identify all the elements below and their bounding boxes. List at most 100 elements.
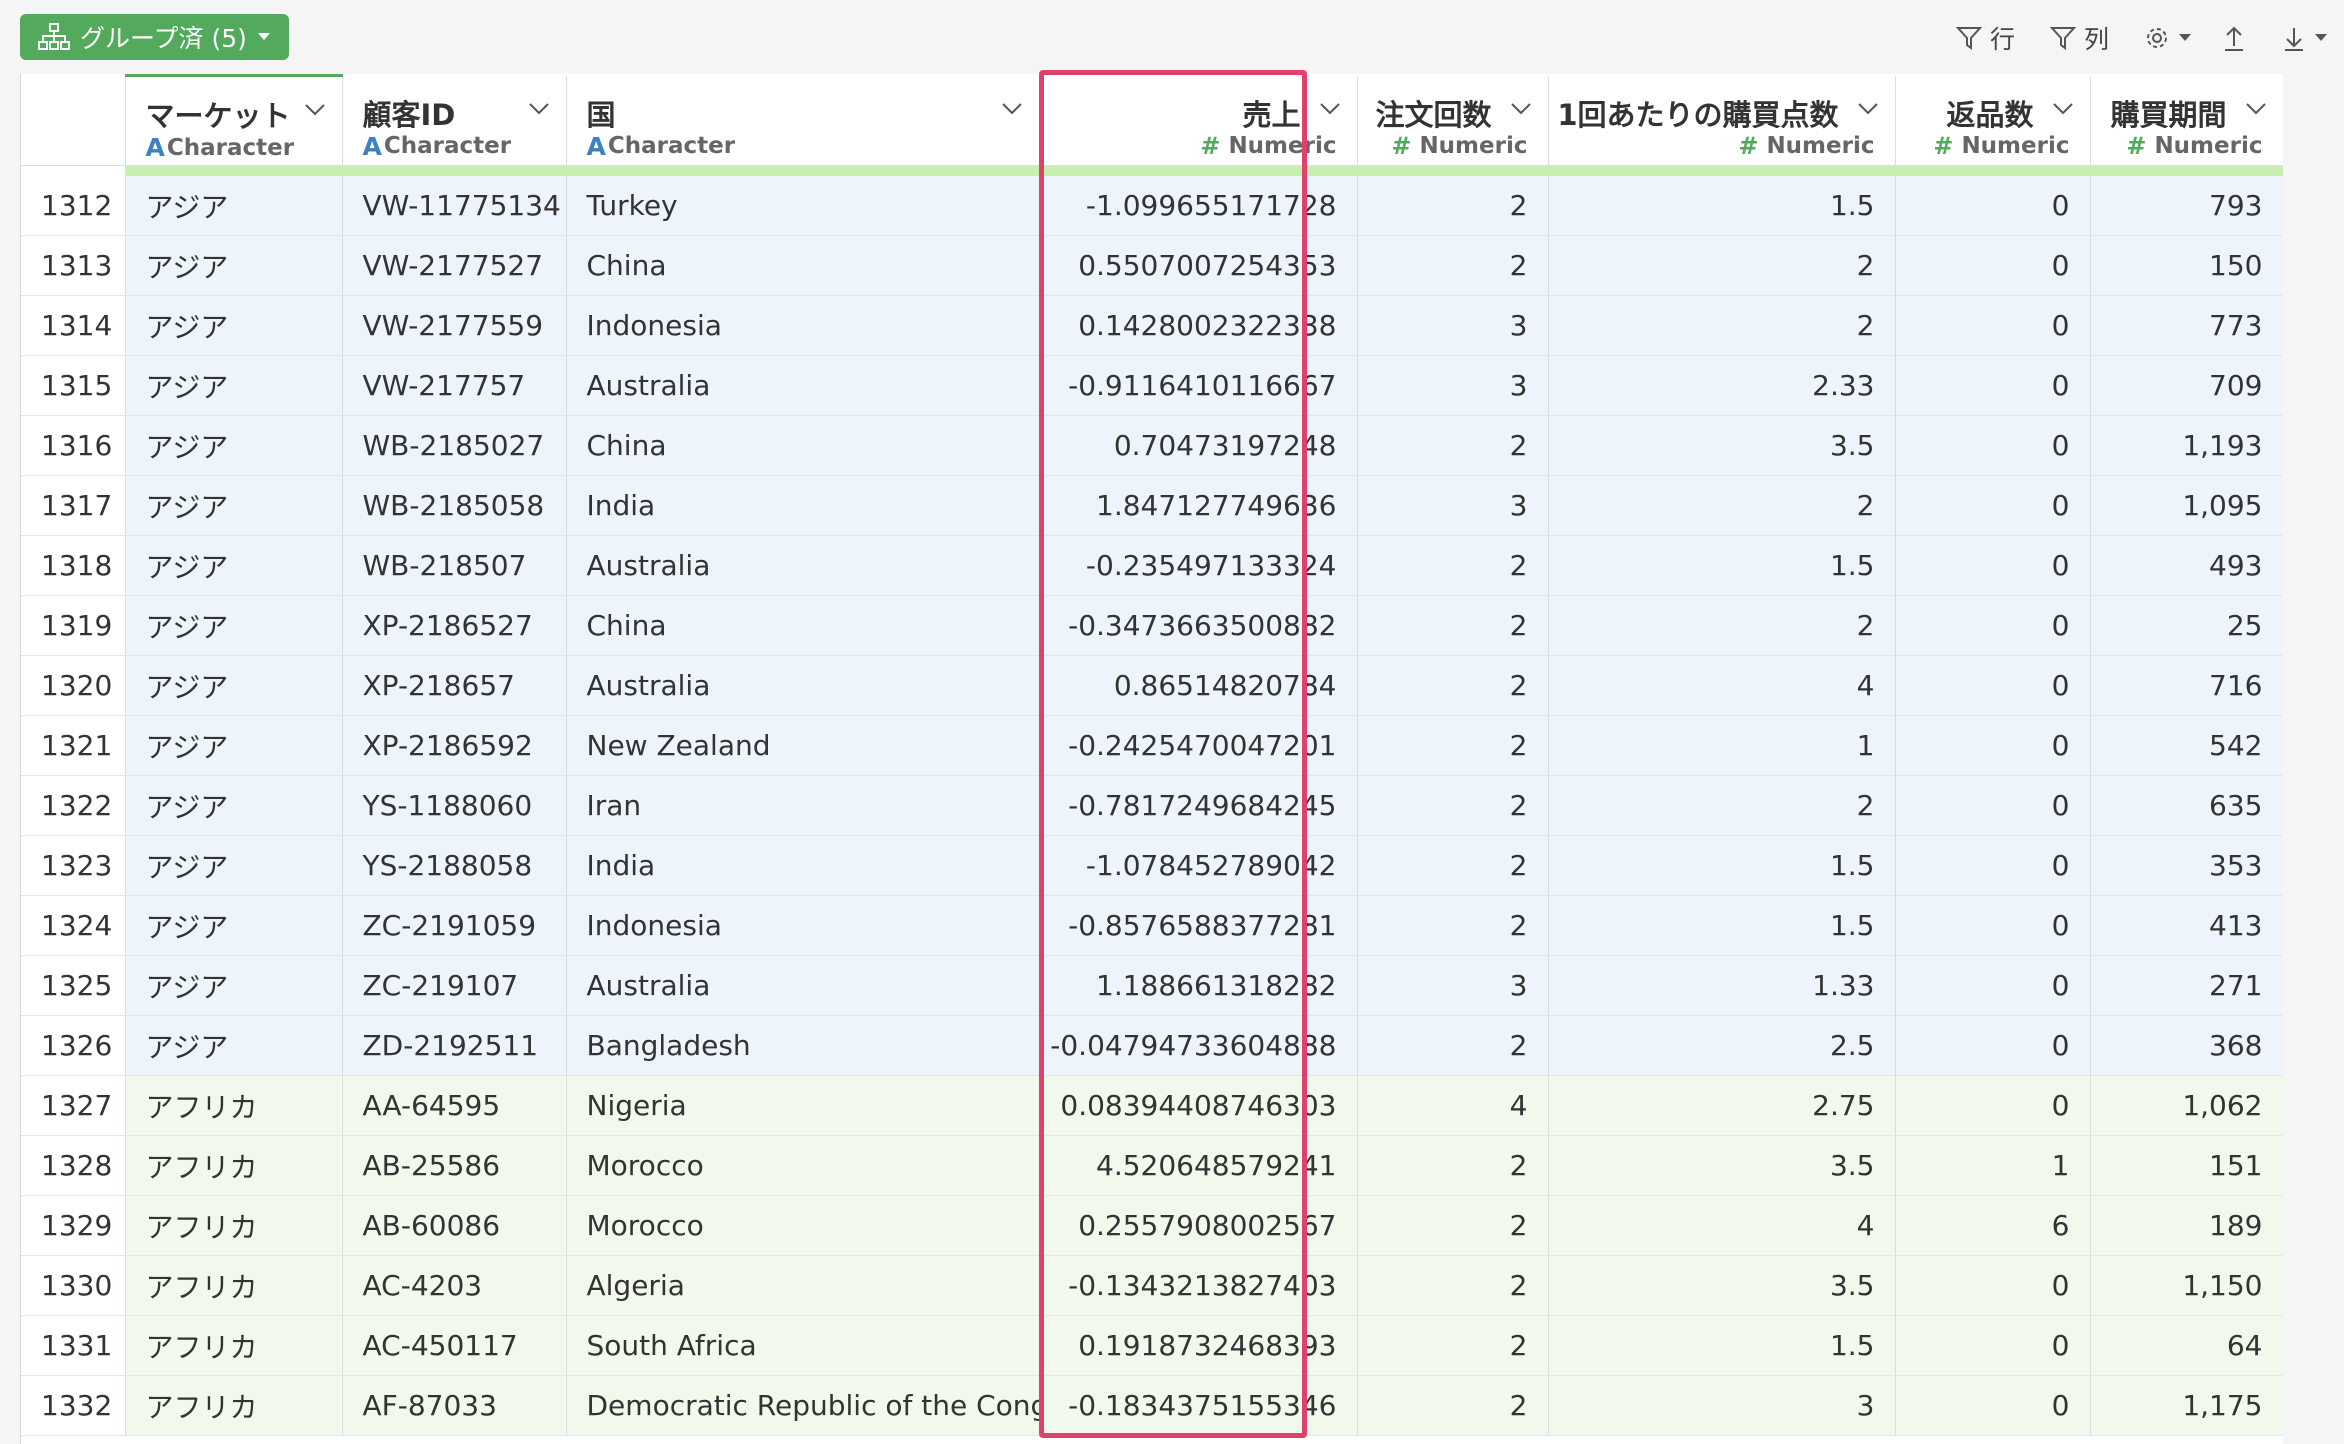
cell-items-per-order[interactable]: 3.5 [1548, 1255, 1896, 1316]
column-filter-button[interactable]: 列 [2050, 18, 2109, 58]
table-row[interactable]: 1328 アフリカ AB-25586 Morocco 4.520648579241 2 3.… [21, 1135, 2283, 1196]
cell-country[interactable]: Nigeria [566, 1075, 1040, 1136]
chevron-down-icon[interactable] [1857, 102, 1879, 116]
cell-country[interactable]: Australia [566, 535, 1040, 596]
cell-returns[interactable]: 0 [1895, 655, 2091, 716]
chevron-down-icon[interactable] [1001, 102, 1023, 116]
row-number[interactable]: 1324 [21, 895, 126, 956]
cell-sales[interactable]: -1.099655171728 [1039, 176, 1358, 236]
cell-customer-id[interactable]: AB-25586 [342, 1135, 567, 1196]
cell-items-per-order[interactable]: 2 [1548, 235, 1896, 296]
row-number[interactable]: 1313 [21, 235, 126, 296]
cell-customer-id[interactable]: AF-87033 [342, 1375, 567, 1436]
cell-sales[interactable]: 0.1428002322338 [1039, 295, 1358, 356]
row-number[interactable]: 1331 [21, 1315, 126, 1376]
cell-items-per-order[interactable]: 2.5 [1548, 1015, 1896, 1076]
cell-country[interactable]: China [566, 235, 1040, 296]
row-number[interactable]: 1317 [21, 475, 126, 536]
cell-customer-id[interactable]: WB-218507 [342, 535, 567, 596]
cell-market[interactable]: アフリカ [125, 1375, 343, 1436]
cell-market[interactable]: アジア [125, 595, 343, 656]
cell-sales[interactable]: -0.04794733604888 [1039, 1015, 1358, 1076]
cell-returns[interactable]: 0 [1895, 1015, 2091, 1076]
cell-returns[interactable]: 0 [1895, 355, 2091, 416]
cell-customer-id[interactable]: WB-2185027 [342, 415, 567, 476]
cell-items-per-order[interactable]: 2.75 [1548, 1075, 1896, 1136]
cell-purchase-period[interactable]: 368 [2090, 1015, 2283, 1076]
cell-customer-id[interactable]: AC-4203 [342, 1255, 567, 1316]
cell-market[interactable]: アジア [125, 895, 343, 956]
cell-market[interactable]: アジア [125, 535, 343, 596]
cell-sales[interactable]: -0.8576588377281 [1039, 895, 1358, 956]
cell-returns[interactable]: 0 [1895, 1375, 2091, 1436]
row-number[interactable]: 1312 [21, 176, 126, 236]
column-header-market[interactable]: マーケット A Character [125, 74, 343, 166]
cell-country[interactable]: Bangladesh [566, 1015, 1040, 1076]
row-number[interactable]: 1315 [21, 355, 126, 416]
cell-market[interactable]: アジア [125, 235, 343, 296]
cell-sales[interactable]: 1.188661318282 [1039, 955, 1358, 1016]
table-row[interactable]: 1313 アジア VW-2177527 China 0.5507007254353 2 2 0… [21, 235, 2283, 296]
cell-order-count[interactable]: 2 [1357, 176, 1549, 236]
row-number[interactable]: 1321 [21, 715, 126, 776]
cell-country[interactable]: Australia [566, 355, 1040, 416]
cell-order-count[interactable]: 2 [1357, 1375, 1549, 1436]
table-row[interactable]: 1320 アジア XP-218657 Australia 0.86514820784 2 4… [21, 655, 2283, 716]
table-row[interactable]: 1324 アジア ZC-2191059 Indonesia -0.85765883772… [21, 895, 2283, 956]
table-row[interactable]: 1332 アフリカ AF-87033 Democratic Republic of t… [21, 1375, 2283, 1436]
chevron-down-icon[interactable] [1510, 102, 1532, 116]
cell-order-count[interactable]: 2 [1357, 1315, 1549, 1376]
cell-market[interactable]: アフリカ [125, 1075, 343, 1136]
cell-order-count[interactable]: 3 [1357, 355, 1549, 416]
cell-sales[interactable]: -0.1343213827403 [1039, 1255, 1358, 1316]
cell-order-count[interactable]: 2 [1357, 1195, 1549, 1256]
cell-sales[interactable]: -1.078452789042 [1039, 835, 1358, 896]
cell-customer-id[interactable]: AA-64595 [342, 1075, 567, 1136]
column-header-country[interactable]: 国 A Character [566, 75, 1040, 166]
cell-country[interactable]: Morocco [566, 1195, 1040, 1256]
table-row[interactable]: 1319 アジア XP-2186527 China -0.3473663500882 2 2… [21, 595, 2283, 656]
cell-items-per-order[interactable]: 1 [1548, 715, 1896, 776]
cell-customer-id[interactable]: XP-2186527 [342, 595, 567, 656]
cell-country[interactable]: Algeria [566, 1255, 1040, 1316]
cell-items-per-order[interactable]: 1.33 [1548, 955, 1896, 1016]
table-row[interactable]: 1317 アジア WB-2185058 India 1.847127749636 3 2 0 1… [21, 475, 2283, 536]
cell-order-count[interactable]: 2 [1357, 1015, 1549, 1076]
cell-customer-id[interactable]: ZC-219107 [342, 955, 567, 1016]
cell-sales[interactable]: 0.5507007254353 [1039, 235, 1358, 296]
cell-returns[interactable]: 1 [1895, 1135, 2091, 1196]
cell-purchase-period[interactable]: 493 [2090, 535, 2283, 596]
settings-dropdown-button[interactable] [2144, 18, 2192, 58]
cell-items-per-order[interactable]: 2 [1548, 775, 1896, 836]
cell-country[interactable]: Indonesia [566, 295, 1040, 356]
cell-order-count[interactable]: 3 [1357, 295, 1549, 356]
cell-items-per-order[interactable]: 2 [1548, 475, 1896, 536]
cell-sales[interactable]: -0.9116410116667 [1039, 355, 1358, 416]
cell-purchase-period[interactable]: 773 [2090, 295, 2283, 356]
cell-items-per-order[interactable]: 3.5 [1548, 415, 1896, 476]
cell-market[interactable]: アジア [125, 355, 343, 416]
column-header-sales[interactable]: 売上 # Numeric [1039, 75, 1358, 166]
chevron-down-icon[interactable] [1319, 102, 1341, 116]
cell-purchase-period[interactable]: 151 [2090, 1135, 2283, 1196]
cell-order-count[interactable]: 2 [1357, 535, 1549, 596]
cell-purchase-period[interactable]: 1,095 [2090, 475, 2283, 536]
cell-customer-id[interactable]: YS-2188058 [342, 835, 567, 896]
cell-sales[interactable]: 0.08394408746303 [1039, 1075, 1358, 1136]
cell-returns[interactable]: 0 [1895, 176, 2091, 236]
column-header-returns[interactable]: 返品数 # Numeric [1895, 75, 2091, 166]
cell-items-per-order[interactable]: 2 [1548, 595, 1896, 656]
row-number[interactable]: 1320 [21, 655, 126, 716]
cell-market[interactable]: アジア [125, 955, 343, 1016]
download-dropdown-button[interactable] [2282, 18, 2328, 58]
cell-country[interactable]: South Africa [566, 1315, 1040, 1376]
cell-sales[interactable]: -0.235497133324 [1039, 535, 1358, 596]
cell-returns[interactable]: 0 [1895, 535, 2091, 596]
cell-market[interactable]: アジア [125, 715, 343, 776]
cell-purchase-period[interactable]: 413 [2090, 895, 2283, 956]
cell-items-per-order[interactable]: 2 [1548, 295, 1896, 356]
cell-order-count[interactable]: 4 [1357, 1075, 1549, 1136]
table-row[interactable]: 1316 アジア WB-2185027 China 0.70473197248 2 3.5 0… [21, 415, 2283, 476]
grouped-dropdown-button[interactable]: グループ済 (5) [20, 14, 289, 60]
cell-customer-id[interactable]: VW-217757 [342, 355, 567, 416]
